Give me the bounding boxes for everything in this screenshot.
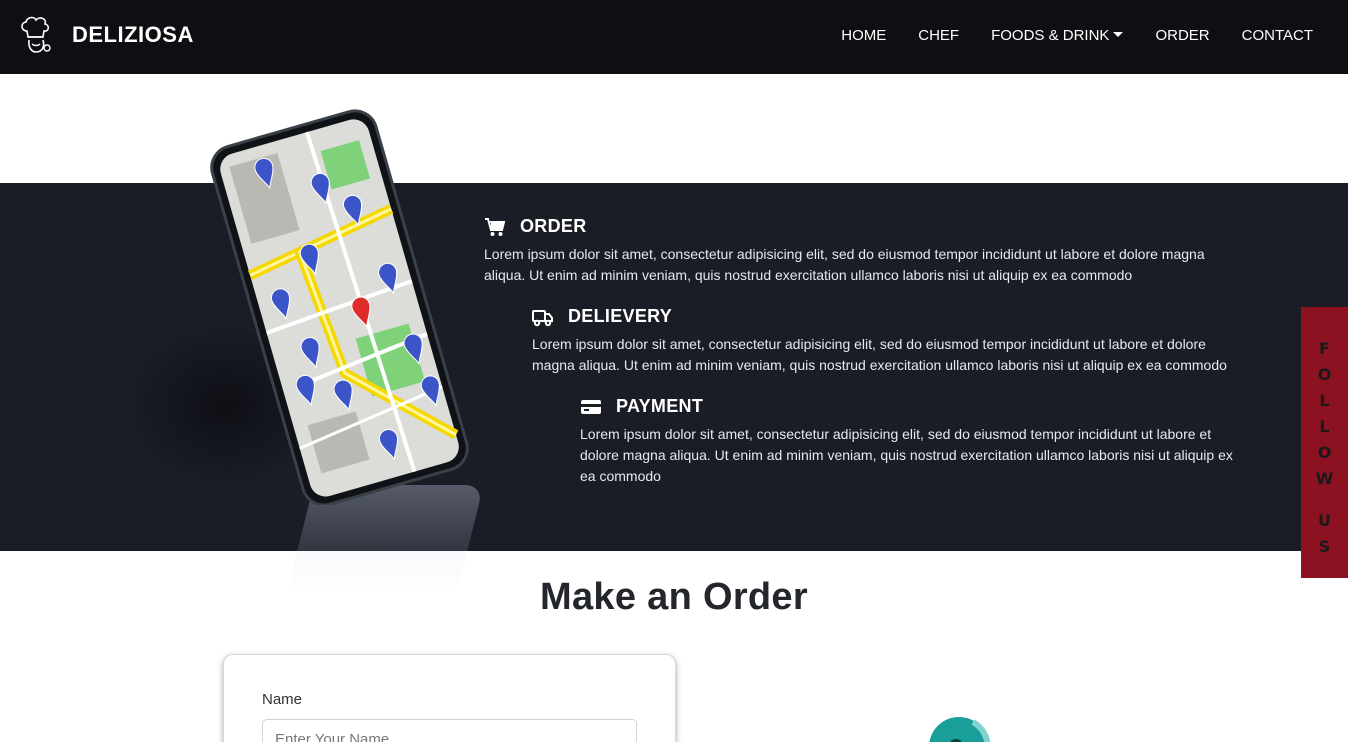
brand[interactable]: DELIZIOSA bbox=[18, 15, 193, 55]
cart-icon bbox=[485, 217, 506, 236]
feature-body: Lorem ipsum dolor sit amet, consectetur … bbox=[532, 336, 1227, 373]
follow-letter: S bbox=[1318, 537, 1331, 556]
feature-delivery-title: DELIEVERY bbox=[532, 306, 1232, 327]
navbar: DELIZIOSA HOME CHEF FOODS & DRINK ORDER … bbox=[0, 0, 1348, 74]
feature-order: ORDER Lorem ipsum dolor sit amet, consec… bbox=[484, 216, 1244, 286]
feature-title-label: DELIEVERY bbox=[568, 306, 673, 326]
name-input[interactable] bbox=[262, 719, 637, 742]
nav-foods-drink-label: FOODS & DRINK bbox=[991, 27, 1110, 44]
order-form-card: Name bbox=[223, 654, 676, 742]
brand-name: DELIZIOSA bbox=[72, 22, 194, 47]
feature-order-title: ORDER bbox=[484, 216, 1244, 237]
follow-letter: W bbox=[1315, 469, 1334, 488]
nav-contact[interactable]: CONTACT bbox=[1242, 27, 1313, 44]
follow-letter: L bbox=[1319, 391, 1330, 410]
feature-title-label: ORDER bbox=[520, 216, 587, 236]
feature-payment: PAYMENT Lorem ipsum dolor sit amet, cons… bbox=[580, 396, 1240, 487]
credit-card-icon bbox=[581, 399, 601, 414]
nav-chef[interactable]: CHEF bbox=[918, 27, 959, 44]
phone-icon bbox=[210, 109, 469, 505]
follow-letter: F bbox=[1319, 339, 1330, 358]
nav-menu: HOME CHEF FOODS & DRINK ORDER CONTACT bbox=[841, 27, 1313, 44]
name-label: Name bbox=[262, 691, 303, 708]
truck-icon bbox=[532, 309, 553, 326]
feature-payment-title: PAYMENT bbox=[580, 396, 1240, 417]
follow-us-tab[interactable]: F O L L O W U S bbox=[1301, 307, 1348, 578]
feature-body: Lorem ipsum dolor sit amet, consectetur … bbox=[484, 246, 1205, 283]
nav-home[interactable]: HOME bbox=[841, 27, 886, 44]
nav-foods-drink-dropdown[interactable]: FOODS & DRINK bbox=[991, 27, 1124, 44]
follow-letter: U bbox=[1318, 511, 1331, 530]
feature-delivery: DELIEVERY Lorem ipsum dolor sit amet, co… bbox=[532, 306, 1232, 376]
nav-order[interactable]: ORDER bbox=[1155, 27, 1209, 44]
follow-letter: O bbox=[1317, 365, 1332, 384]
teal-illustration-icon bbox=[929, 717, 990, 742]
feature-title-label: PAYMENT bbox=[616, 396, 704, 416]
order-section-title: Make an Order bbox=[540, 576, 808, 618]
chef-hat-icon bbox=[21, 16, 51, 53]
feature-body: Lorem ipsum dolor sit amet, consectetur … bbox=[580, 426, 1233, 484]
phone-map-illustration bbox=[125, 105, 484, 605]
follow-letter: O bbox=[1317, 443, 1332, 462]
follow-letter: L bbox=[1319, 417, 1330, 436]
caret-down-icon bbox=[1113, 32, 1124, 37]
